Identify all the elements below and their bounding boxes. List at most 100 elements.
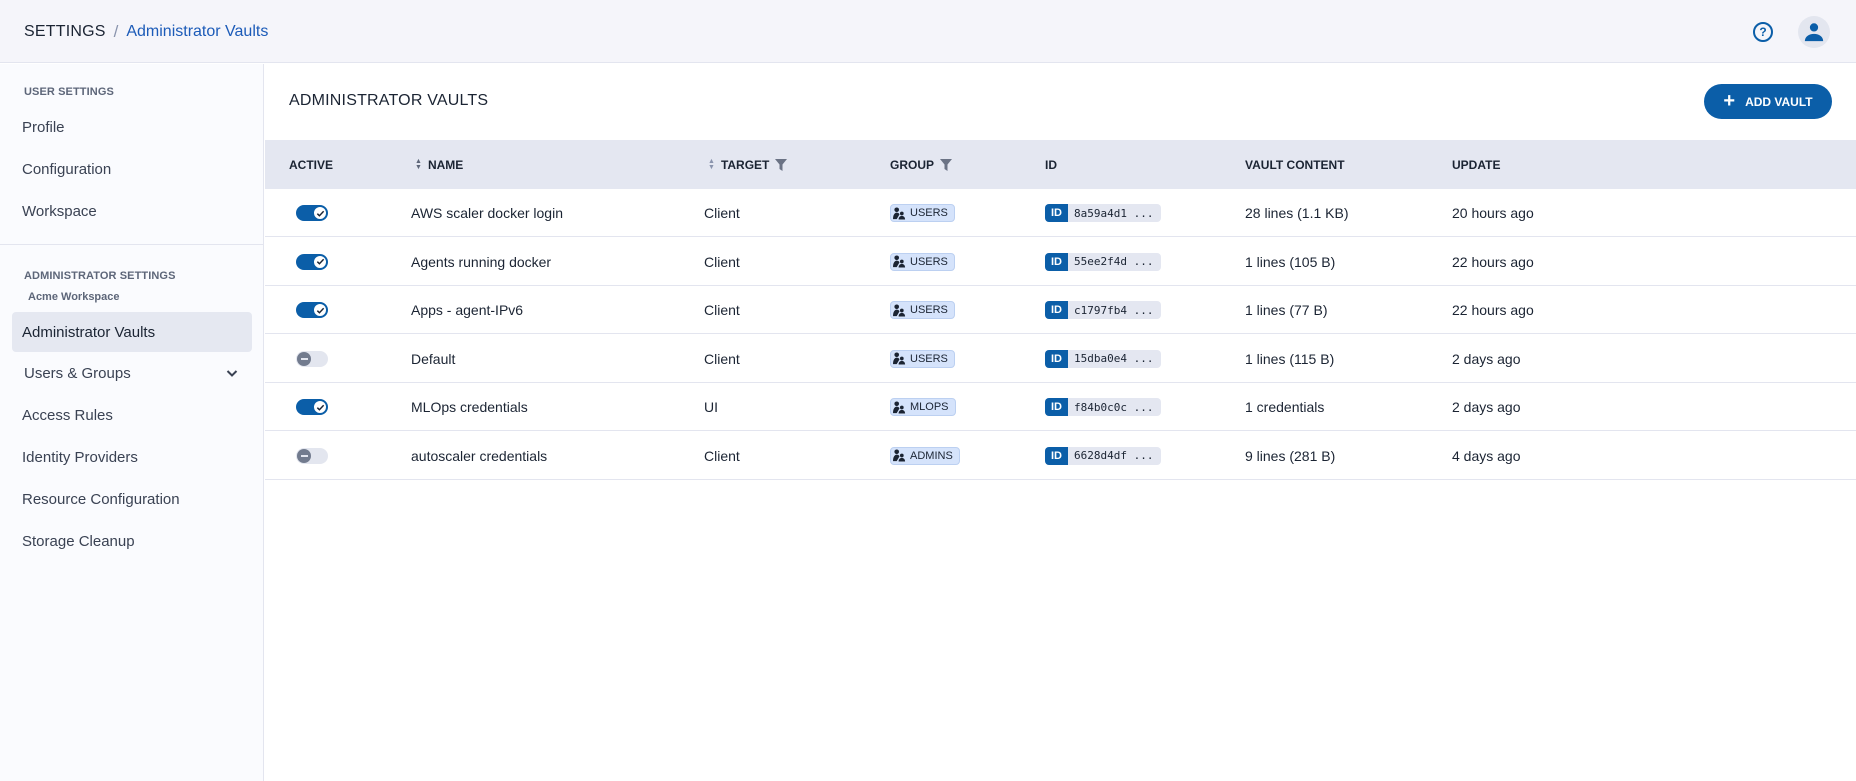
target-cell: Client bbox=[704, 302, 740, 318]
column-header-group[interactable]: GROUP bbox=[890, 140, 953, 189]
id-tag: ID bbox=[1045, 349, 1068, 368]
update-cell: 2 days ago bbox=[1452, 399, 1521, 415]
vault-content-cell: 9 lines (281 B) bbox=[1245, 447, 1336, 464]
group-label: USERS bbox=[910, 255, 948, 268]
group-cell: USERS bbox=[890, 286, 955, 334]
sidebar-item-label: Users & Groups bbox=[24, 364, 131, 382]
group-chip: ADMINS bbox=[890, 446, 960, 465]
sidebar-item-workspace[interactable]: Workspace bbox=[12, 191, 252, 231]
sidebar-item-resource-configuration[interactable]: Resource Configuration bbox=[12, 479, 252, 519]
question-circle-icon: ? bbox=[1759, 25, 1767, 39]
id-value: 55ee2f4d ... bbox=[1074, 255, 1154, 268]
id-value: c1797fb4 ... bbox=[1074, 303, 1154, 317]
column-header-vault-content: VAULT CONTENT bbox=[1245, 140, 1345, 189]
sidebar-item-label: Resource Configuration bbox=[22, 490, 180, 508]
active-toggle[interactable] bbox=[296, 399, 328, 415]
table-row[interactable]: Default Client USERS ID 15dba0e4 ... 1 l… bbox=[265, 335, 1856, 383]
sort-icon[interactable]: ▲ ▼ bbox=[415, 158, 422, 171]
sidebar-item-storage-cleanup[interactable]: Storage Cleanup bbox=[12, 521, 252, 561]
toggle-knob bbox=[313, 206, 327, 220]
top-bar: SETTINGS / Administrator Vaults ? bbox=[0, 0, 1856, 63]
filter-icon[interactable] bbox=[940, 158, 953, 171]
check-icon bbox=[316, 404, 324, 411]
id-cell: ID c1797fb4 ... bbox=[1045, 286, 1162, 334]
id-tag: ID bbox=[1045, 204, 1068, 222]
id-cell: ID 8a59a4d1 ... bbox=[1045, 189, 1162, 237]
avatar[interactable] bbox=[1798, 16, 1830, 48]
plus-icon: + bbox=[1723, 89, 1736, 112]
sidebar-item-administrator-vaults[interactable]: Administrator Vaults bbox=[12, 312, 252, 352]
column-header-target[interactable]: ▲ ▼ TARGET bbox=[708, 140, 788, 189]
id-chip[interactable]: ID 55ee2f4d ... bbox=[1045, 252, 1162, 271]
sidebar-item-label: Identity Providers bbox=[22, 448, 138, 466]
column-label: VAULT CONTENT bbox=[1245, 157, 1345, 172]
column-header-id: ID bbox=[1045, 140, 1057, 189]
update-cell: 20 hours ago bbox=[1452, 205, 1534, 221]
sidebar-item-profile[interactable]: Profile bbox=[12, 107, 252, 147]
name-cell[interactable]: Apps - agent-IPv6 bbox=[411, 286, 523, 334]
admin-settings-heading: ADMINISTRATOR SETTINGS bbox=[24, 270, 176, 282]
id-value: f84b0c0c ... bbox=[1074, 400, 1154, 414]
name-cell[interactable]: autoscaler credentials bbox=[411, 432, 547, 480]
id-tag: ID bbox=[1045, 446, 1068, 465]
sidebar-item-access-rules[interactable]: Access Rules bbox=[12, 395, 252, 435]
name-cell[interactable]: MLOps credentials bbox=[411, 383, 528, 431]
vault-content-cell: 1 lines (105 B) bbox=[1245, 253, 1336, 270]
table-row[interactable]: Agents running docker Client USERS ID 55… bbox=[265, 238, 1856, 286]
filter-icon[interactable] bbox=[775, 158, 788, 171]
breadcrumb-settings[interactable]: SETTINGS bbox=[24, 23, 106, 41]
name-cell[interactable]: Agents running docker bbox=[411, 238, 551, 286]
column-header-name[interactable]: ▲ ▼ NAME bbox=[415, 140, 463, 189]
sidebar-divider bbox=[0, 244, 263, 245]
id-chip[interactable]: ID 15dba0e4 ... bbox=[1045, 349, 1162, 368]
sidebar-item-identity-providers[interactable]: Identity Providers bbox=[12, 437, 252, 477]
active-cell bbox=[296, 383, 328, 431]
active-cell bbox=[296, 238, 328, 286]
group-label: USERS bbox=[910, 352, 948, 365]
update-cell: 2 days ago bbox=[1452, 350, 1521, 367]
name-cell[interactable]: Default bbox=[411, 335, 455, 383]
id-chip[interactable]: ID f84b0c0c ... bbox=[1045, 398, 1162, 416]
active-toggle[interactable] bbox=[296, 350, 328, 367]
group-cell: USERS bbox=[890, 189, 955, 237]
group-cell: USERS bbox=[890, 238, 955, 286]
help-button[interactable]: ? bbox=[1753, 22, 1773, 42]
toggle-knob bbox=[297, 448, 311, 463]
table-row[interactable]: AWS scaler docker login Client USERS ID … bbox=[265, 189, 1856, 237]
column-label: TARGET bbox=[720, 157, 770, 172]
group-chip: USERS bbox=[890, 349, 955, 368]
id-chip[interactable]: ID 6628d4df ... bbox=[1045, 446, 1162, 465]
sidebar-item-configuration[interactable]: Configuration bbox=[12, 149, 252, 189]
group-chip: USERS bbox=[890, 301, 955, 319]
column-label: NAME bbox=[427, 157, 464, 172]
workspace-name: Acme Workspace bbox=[28, 291, 120, 303]
add-vault-button[interactable]: + ADD VAULT bbox=[1704, 84, 1832, 119]
table-row[interactable]: MLOps credentials UI MLOPS ID f84b0c0c .… bbox=[265, 383, 1856, 431]
id-chip[interactable]: ID c1797fb4 ... bbox=[1045, 301, 1162, 319]
name-cell[interactable]: AWS scaler docker login bbox=[411, 189, 563, 237]
id-chip[interactable]: ID 8a59a4d1 ... bbox=[1045, 204, 1162, 222]
group-cell: MLOPS bbox=[890, 383, 956, 431]
target-cell: Client bbox=[704, 350, 740, 367]
group-chip: USERS bbox=[890, 252, 955, 271]
vault-content-cell: 1 lines (77 B) bbox=[1245, 302, 1328, 318]
toggle-knob bbox=[313, 303, 327, 317]
active-toggle[interactable] bbox=[296, 302, 328, 318]
sidebar: USER SETTINGS Profile Configuration Work… bbox=[0, 64, 264, 781]
id-cell: ID 55ee2f4d ... bbox=[1045, 238, 1162, 286]
active-toggle[interactable] bbox=[296, 253, 328, 270]
group-chip: MLOPS bbox=[890, 398, 956, 416]
group-cell: ADMINS bbox=[890, 432, 960, 480]
active-toggle[interactable] bbox=[296, 205, 328, 221]
check-icon bbox=[316, 210, 324, 217]
table-row[interactable]: autoscaler credentials Client ADMINS ID … bbox=[265, 432, 1856, 480]
group-icon bbox=[893, 449, 906, 462]
sidebar-item-users-groups[interactable]: Users & Groups bbox=[12, 353, 252, 393]
id-tag: ID bbox=[1045, 398, 1068, 416]
sidebar-item-label: Configuration bbox=[22, 160, 112, 178]
target-cell: Client bbox=[704, 447, 740, 464]
sort-icon[interactable]: ▲ ▼ bbox=[708, 158, 715, 171]
sidebar-item-label: Storage Cleanup bbox=[22, 532, 135, 550]
table-row[interactable]: Apps - agent-IPv6 Client USERS ID c1797f… bbox=[265, 286, 1856, 334]
active-toggle[interactable] bbox=[296, 447, 328, 464]
